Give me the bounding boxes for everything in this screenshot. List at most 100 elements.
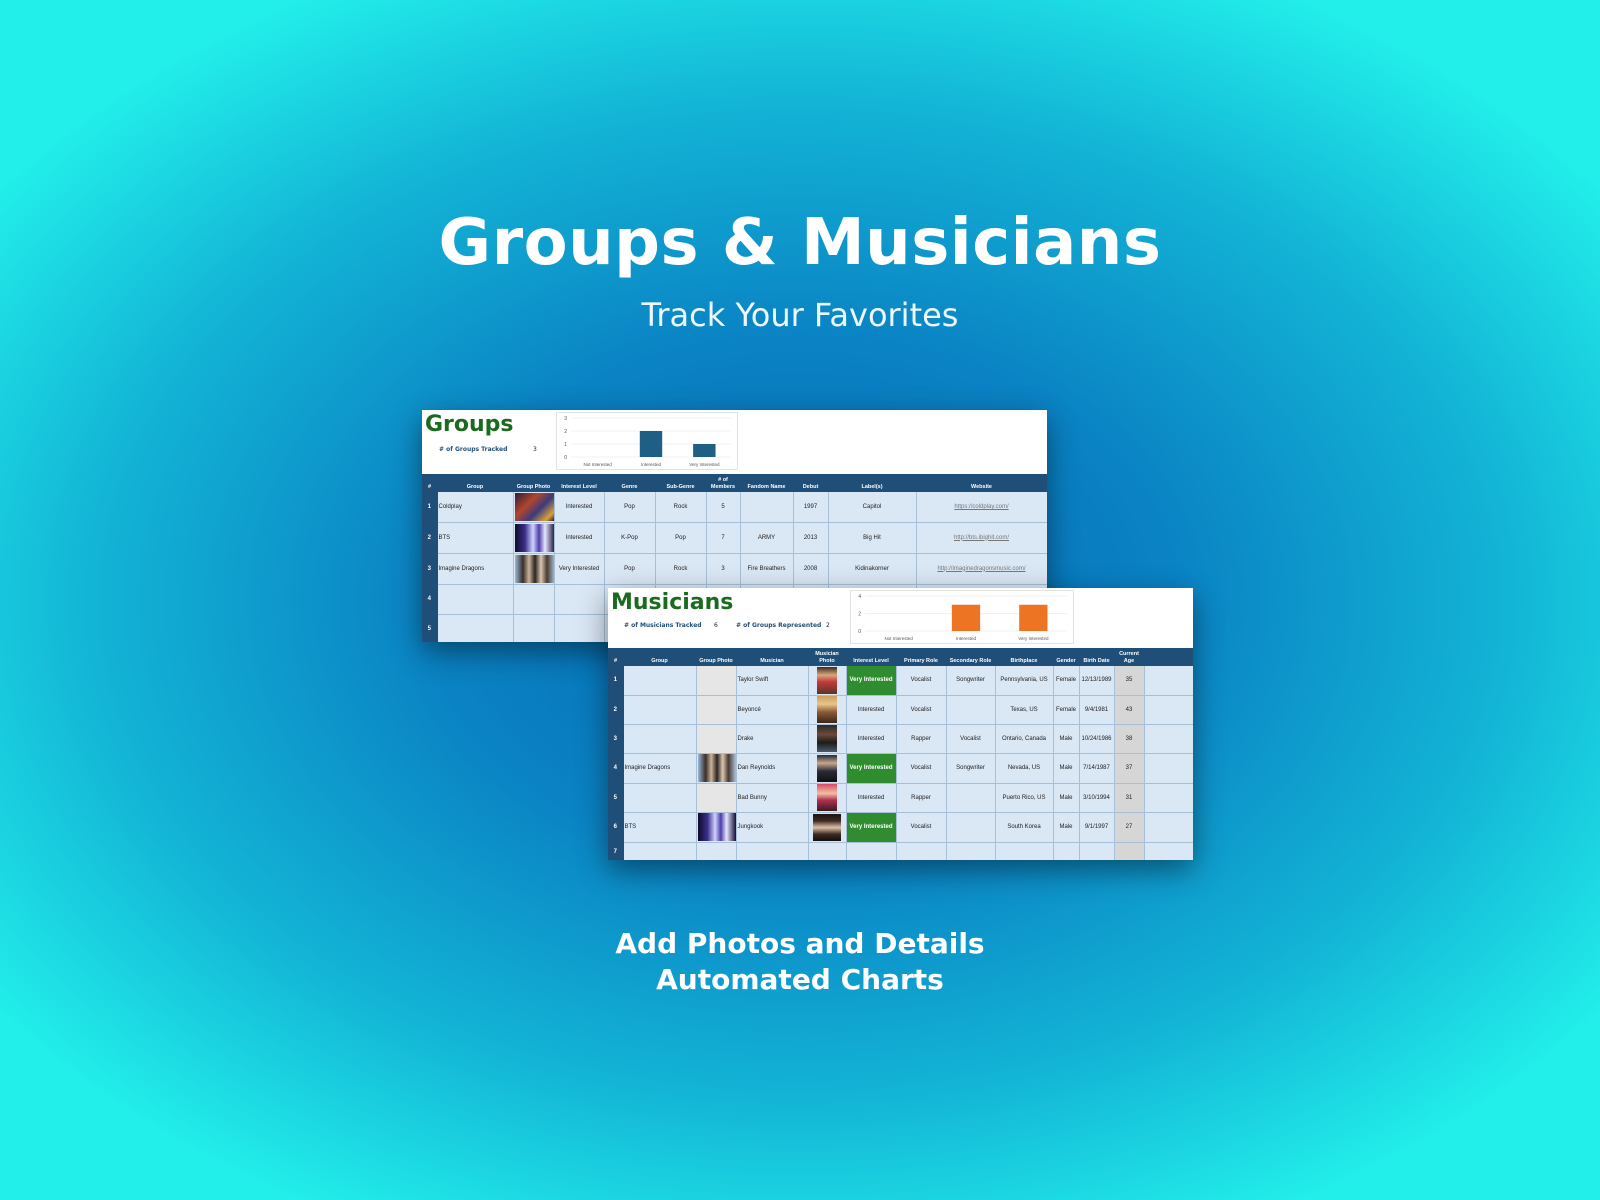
secondary-role-cell[interactable] — [946, 812, 996, 843]
birthdate-cell[interactable] — [1079, 842, 1115, 860]
group-photo-cell[interactable] — [513, 492, 555, 523]
birthdate-cell[interactable]: 7/14/1987 — [1079, 753, 1115, 784]
primary-role-cell[interactable]: Vocalist — [896, 666, 947, 696]
musician-photo-cell[interactable] — [808, 724, 847, 754]
interest-cell[interactable]: Interested — [846, 783, 897, 813]
birthplace-cell[interactable]: Pennsylvania, US — [995, 666, 1054, 696]
gender-cell[interactable] — [1053, 842, 1080, 860]
group-cell[interactable]: BTS — [437, 522, 514, 554]
interest-cell[interactable]: Very Interested — [846, 753, 897, 784]
secondary-role-cell[interactable] — [946, 695, 996, 725]
musician-cell[interactable]: Beyoncé — [736, 695, 809, 725]
birthplace-cell[interactable]: Texas, US — [995, 695, 1054, 725]
primary-role-cell[interactable]: Vocalist — [896, 812, 947, 843]
group-photo-cell[interactable] — [696, 812, 737, 843]
group-cell[interactable]: Imagine Dragons — [437, 553, 514, 585]
debut-cell[interactable]: 2013 — [793, 522, 829, 554]
gender-cell[interactable]: Male — [1053, 753, 1080, 784]
group-photo-cell[interactable] — [513, 553, 555, 585]
label-cell[interactable]: Kidinakorner — [828, 553, 917, 585]
gender-cell[interactable]: Female — [1053, 695, 1080, 725]
birthdate-cell[interactable]: 10/24/1986 — [1079, 724, 1115, 754]
debut-cell[interactable]: 2008 — [793, 553, 829, 585]
subgenre-cell[interactable]: Pop — [655, 522, 707, 554]
group-cell[interactable]: Coldplay — [437, 492, 514, 523]
group-cell[interactable] — [623, 666, 697, 696]
musician-photo-cell[interactable] — [808, 753, 847, 784]
table-row[interactable]: 6 BTS Jungkook Very Interested Vocalist … — [608, 812, 1193, 843]
group-cell[interactable] — [623, 695, 697, 725]
label-cell[interactable]: Capitol — [828, 492, 917, 523]
table-row[interactable]: 1 Coldplay Interested Pop Rock 5 1997 Ca… — [422, 492, 1047, 523]
members-cell[interactable]: 3 — [706, 553, 741, 585]
musician-photo-cell[interactable] — [808, 842, 847, 860]
musician-cell[interactable] — [736, 842, 809, 860]
table-row[interactable]: 2 Beyoncé Interested Vocalist Texas, US … — [608, 695, 1193, 725]
musician-cell[interactable]: Drake — [736, 724, 809, 754]
extra-cell[interactable] — [1144, 753, 1193, 784]
group-cell[interactable] — [437, 614, 514, 642]
table-row[interactable]: 4 Imagine Dragons Dan Reynolds Very Inte… — [608, 753, 1193, 784]
fandom-cell[interactable]: ARMY — [740, 522, 794, 554]
website-link[interactable]: http://bts.ibighit.com/ — [916, 522, 1047, 554]
primary-role-cell[interactable]: Vocalist — [896, 753, 947, 784]
genre-cell[interactable]: K-Pop — [604, 522, 656, 554]
interest-cell[interactable] — [554, 584, 605, 615]
gender-cell[interactable]: Female — [1053, 666, 1080, 696]
table-row[interactable]: 7 — [608, 842, 1193, 860]
members-cell[interactable]: 5 — [706, 492, 741, 523]
genre-cell[interactable]: Pop — [604, 492, 656, 523]
subgenre-cell[interactable]: Rock — [655, 492, 707, 523]
extra-cell[interactable] — [1144, 724, 1193, 754]
musician-photo-cell[interactable] — [808, 812, 847, 843]
interest-cell[interactable]: Very Interested — [846, 812, 897, 843]
musician-cell[interactable]: Jungkook — [736, 812, 809, 843]
interest-cell[interactable]: Interested — [846, 724, 897, 754]
musician-photo-cell[interactable] — [808, 695, 847, 725]
musician-cell[interactable]: Dan Reynolds — [736, 753, 809, 784]
group-cell[interactable]: BTS — [623, 812, 697, 843]
extra-cell[interactable] — [1144, 695, 1193, 725]
website-link[interactable]: http://imaginedragonsmusic.com/ — [916, 553, 1047, 585]
interest-cell[interactable]: Interested — [846, 695, 897, 725]
musician-cell[interactable]: Bad Bunny — [736, 783, 809, 813]
birthplace-cell[interactable] — [995, 842, 1054, 860]
birthplace-cell[interactable]: Nevada, US — [995, 753, 1054, 784]
group-photo-cell[interactable] — [696, 695, 737, 725]
birthplace-cell[interactable]: Ontario, Canada — [995, 724, 1054, 754]
group-cell[interactable] — [623, 783, 697, 813]
group-photo-cell[interactable] — [696, 724, 737, 754]
extra-cell[interactable] — [1144, 842, 1193, 860]
extra-cell[interactable] — [1144, 812, 1193, 843]
interest-cell[interactable]: Interested — [554, 522, 605, 554]
group-cell[interactable]: Imagine Dragons — [623, 753, 697, 784]
interest-cell[interactable] — [846, 842, 897, 860]
birthdate-cell[interactable]: 9/1/1997 — [1079, 812, 1115, 843]
interest-cell[interactable]: Very Interested — [846, 666, 897, 696]
primary-role-cell[interactable]: Rapper — [896, 783, 947, 813]
group-photo-cell[interactable] — [696, 753, 737, 784]
group-photo-cell[interactable] — [696, 842, 737, 860]
extra-cell[interactable] — [1144, 783, 1193, 813]
birthdate-cell[interactable]: 3/10/1994 — [1079, 783, 1115, 813]
primary-role-cell[interactable]: Rapper — [896, 724, 947, 754]
secondary-role-cell[interactable]: Songwriter — [946, 666, 996, 696]
gender-cell[interactable]: Male — [1053, 812, 1080, 843]
interest-cell[interactable]: Interested — [554, 492, 605, 523]
group-photo-cell[interactable] — [513, 522, 555, 554]
table-row[interactable]: 3 Imagine Dragons Very Interested Pop Ro… — [422, 553, 1047, 585]
interest-cell[interactable]: Very Interested — [554, 553, 605, 585]
birthplace-cell[interactable]: Puerto Rico, US — [995, 783, 1054, 813]
secondary-role-cell[interactable]: Vocalist — [946, 724, 996, 754]
table-row[interactable]: 5 Bad Bunny Interested Rapper Puerto Ric… — [608, 783, 1193, 813]
table-row[interactable]: 3 Drake Interested Rapper Vocalist Ontar… — [608, 724, 1193, 754]
gender-cell[interactable]: Male — [1053, 724, 1080, 754]
table-row[interactable]: 1 Taylor Swift Very Interested Vocalist … — [608, 666, 1193, 696]
fandom-cell[interactable]: Fire Breathers — [740, 553, 794, 585]
group-photo-cell[interactable] — [696, 666, 737, 696]
debut-cell[interactable]: 1997 — [793, 492, 829, 523]
birthdate-cell[interactable]: 12/13/1989 — [1079, 666, 1115, 696]
label-cell[interactable]: Big Hit — [828, 522, 917, 554]
group-cell[interactable] — [623, 724, 697, 754]
secondary-role-cell[interactable] — [946, 842, 996, 860]
